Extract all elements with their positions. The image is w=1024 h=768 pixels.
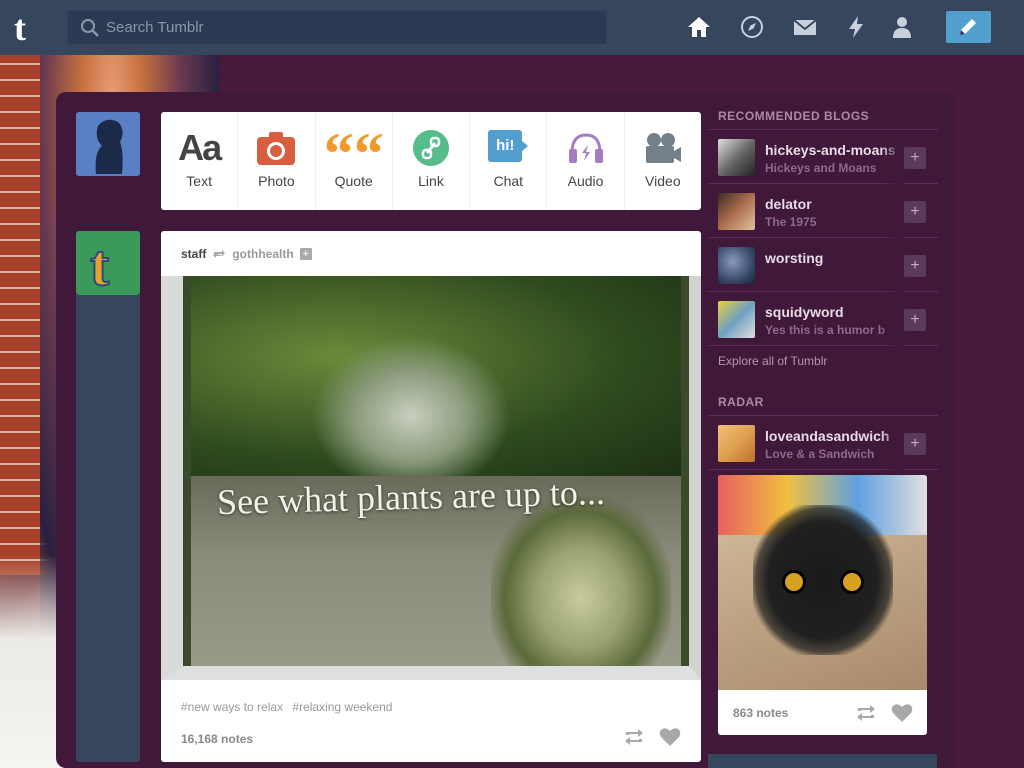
follow-plus-icon[interactable]: + — [904, 147, 926, 169]
post-type-chat[interactable]: hi! Chat — [470, 112, 548, 210]
text-icon: Aa — [178, 127, 222, 168]
compose-button[interactable] — [946, 11, 991, 43]
follow-plus-icon[interactable]: + — [904, 309, 926, 331]
photo-icon — [257, 132, 296, 165]
blog-avatar[interactable] — [718, 425, 755, 462]
radar-post: 863 notes — [718, 475, 927, 735]
blog-avatar[interactable] — [718, 247, 755, 284]
text-fade — [880, 416, 904, 470]
right-sidebar: RECOMMENDED BLOGS hickeys-and-moans Hick… — [708, 100, 938, 735]
top-navigation-bar: t — [0, 0, 1024, 55]
svg-text:t: t — [90, 233, 110, 295]
post-type-label: Audio — [567, 173, 604, 189]
search-input[interactable] — [106, 11, 586, 43]
follow-plus-icon[interactable]: + — [904, 201, 926, 223]
photo-eye — [782, 570, 806, 594]
chat-icon: hi! — [488, 130, 529, 166]
photo-eye — [840, 570, 864, 594]
post-type-link[interactable]: Link — [393, 112, 471, 210]
post-photo[interactable]: See what plants are up to... — [161, 276, 701, 680]
post-type-video[interactable]: Video — [625, 112, 701, 210]
recommended-blogs-title: RECOMMENDED BLOGS — [708, 100, 938, 130]
follow-plus-icon[interactable]: + — [904, 255, 926, 277]
blog-avatar[interactable] — [718, 193, 755, 230]
user-silhouette-icon — [95, 119, 123, 174]
tag-link[interactable]: #relaxing weekend — [292, 700, 392, 714]
text-fade — [880, 238, 904, 292]
recommended-blog-item[interactable]: hickeys-and-moans Hickeys and Moans + — [708, 130, 938, 184]
reblog-small-icon — [213, 249, 226, 258]
post-type-label: Photo — [258, 173, 295, 189]
post-header: staff gothhealth + — [161, 231, 701, 276]
photo-fluffy-creature — [753, 505, 893, 655]
user-avatar[interactable] — [76, 112, 140, 176]
like-heart-icon[interactable] — [659, 727, 681, 747]
post-actions — [623, 727, 681, 747]
post-type-quote[interactable]: ““ Quote — [316, 112, 393, 210]
radar-title: RADAR — [708, 386, 938, 416]
post-type-photo[interactable]: Photo — [238, 112, 316, 210]
explore-compass-icon[interactable] — [739, 14, 765, 40]
text-fade — [880, 130, 904, 184]
audio-icon — [568, 133, 603, 163]
follow-plus-icon[interactable]: + — [299, 247, 312, 260]
search-box[interactable] — [67, 10, 607, 44]
messages-envelope-icon[interactable] — [792, 14, 818, 40]
tumblr-t-icon: t — [89, 232, 111, 295]
post-type-label: Video — [645, 173, 681, 189]
tumblr-logo[interactable]: t — [14, 8, 50, 48]
like-heart-icon[interactable] — [891, 703, 913, 723]
recommended-blog-item[interactable]: squidyword Yes this is a humor b + — [708, 292, 938, 346]
radar-notes-count[interactable]: 863 notes — [733, 706, 788, 720]
post-type-audio[interactable]: Audio — [547, 112, 625, 210]
radar-actions — [855, 703, 913, 723]
text-fade — [880, 292, 904, 346]
sidebar-bottom-bar — [708, 754, 937, 768]
account-person-icon[interactable] — [889, 14, 915, 40]
reblog-icon[interactable] — [855, 703, 877, 723]
blog-avatar[interactable] — [718, 301, 755, 338]
activity-lightning-icon[interactable] — [843, 14, 869, 40]
staff-avatar[interactable]: t — [76, 231, 140, 295]
post-author-link[interactable]: staff — [181, 247, 206, 261]
tag-link[interactable]: #new ways to relax — [181, 700, 283, 714]
reblog-source-link[interactable]: gothhealth — [232, 247, 293, 261]
post-avatar-strip — [76, 295, 140, 762]
post-tags: #new ways to relax #relaxing weekend — [181, 700, 398, 714]
radar-photo[interactable] — [718, 475, 927, 690]
post-type-label: Link — [418, 173, 444, 189]
post-notes-count[interactable]: 16,168 notes — [181, 732, 253, 746]
post-type-selector: Aa Text Photo ““ Quote Link hi! Chat Aud… — [161, 112, 701, 210]
follow-plus-icon[interactable]: + — [904, 433, 926, 455]
post-type-label: Text — [186, 173, 212, 189]
home-icon[interactable] — [686, 14, 712, 40]
search-icon — [81, 19, 99, 37]
post-type-text[interactable]: Aa Text — [161, 112, 239, 210]
link-icon — [412, 130, 449, 166]
blog-avatar[interactable] — [718, 139, 755, 176]
text-fade — [880, 184, 904, 238]
dashboard-post: staff gothhealth + See what plants are u… — [161, 231, 701, 762]
video-icon — [645, 133, 681, 163]
quote-icon: ““ — [323, 121, 384, 187]
post-type-label: Chat — [493, 173, 524, 189]
reblog-icon[interactable] — [623, 727, 645, 747]
pencil-icon — [960, 19, 976, 35]
recommended-blog-item[interactable]: delator The 1975 + — [708, 184, 938, 238]
radar-blog-item[interactable]: loveandasandwich Love & a Sandwich + — [708, 416, 938, 470]
explore-link[interactable]: Explore all of Tumblr — [708, 346, 938, 376]
recommended-blog-item[interactable]: worsting + — [708, 238, 938, 292]
